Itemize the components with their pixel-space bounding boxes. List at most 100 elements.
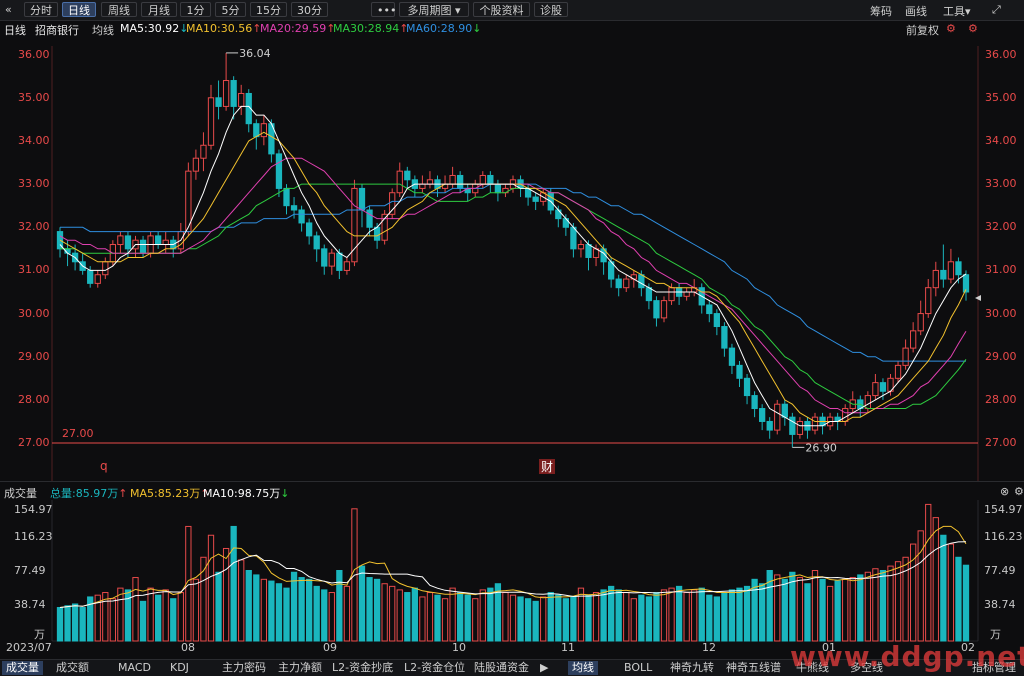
indicator-tab[interactable]: 陆股通资金 <box>474 661 529 675</box>
candle-body <box>555 209 562 220</box>
volume-bar <box>441 598 449 642</box>
volume-bar <box>79 607 86 642</box>
indicator-tab[interactable]: 主力净额 <box>278 661 322 675</box>
volume-bar <box>132 577 139 642</box>
volume-bar <box>109 598 116 642</box>
candle-body <box>638 274 645 289</box>
low-marker-label: 26.90 <box>805 441 837 454</box>
volume-bar <box>373 578 381 642</box>
candle-body <box>457 174 464 189</box>
candle-body <box>238 92 245 107</box>
candle-body <box>743 377 751 397</box>
candle-body <box>940 269 947 280</box>
candle-body <box>419 183 426 189</box>
candle-body <box>864 395 871 410</box>
volume-bar <box>230 525 237 642</box>
overlay-tab[interactable]: 均线 <box>568 661 598 675</box>
volume-bar <box>64 605 71 642</box>
volume-bar <box>290 571 298 642</box>
volume-tick-l: 38.74 <box>14 598 46 611</box>
cai-marker: 财 <box>541 460 553 474</box>
gear-icon[interactable]: ⚙ <box>1014 485 1024 498</box>
volume-ma5: MA5:85.23万↑ <box>130 487 210 500</box>
candle-body <box>290 205 298 211</box>
volume-bar <box>479 589 486 642</box>
volume-bar <box>517 596 524 642</box>
volume-bar <box>804 583 811 642</box>
candle-body <box>751 395 758 410</box>
volume-bar <box>736 587 743 642</box>
volume-bar <box>524 598 532 642</box>
volume-bar <box>683 592 690 642</box>
indicator-tab[interactable]: 成交量 <box>2 661 43 675</box>
volume-tick-r: 77.49 <box>984 564 1016 577</box>
volume-bar <box>962 564 970 642</box>
candle-body <box>759 408 766 422</box>
indicator-tab[interactable]: MACD <box>118 661 151 675</box>
candle-body <box>894 364 902 379</box>
indicator-tab[interactable]: L2-资金仓位 <box>404 661 465 675</box>
candle-body <box>660 300 668 319</box>
volume-bar <box>343 585 351 642</box>
volume-bar <box>781 578 788 642</box>
watermark: www.ddgp.net <box>790 640 1024 673</box>
candle-body <box>872 382 879 397</box>
date-tick: 12 <box>702 641 716 654</box>
volume-bar <box>630 598 637 642</box>
volume-bar <box>623 592 630 642</box>
close-icon[interactable]: ⊗ <box>1000 485 1009 498</box>
volume-bar <box>366 577 373 642</box>
candle-body <box>721 326 728 349</box>
volume-bar <box>872 568 879 642</box>
candle-body <box>623 278 630 289</box>
candle-body <box>736 364 743 379</box>
candle-body <box>404 170 411 181</box>
candle-body <box>396 170 403 194</box>
candle-body <box>494 183 502 194</box>
volume-bar <box>698 587 705 642</box>
volume-bar <box>532 600 539 642</box>
panel-divider <box>0 481 1024 482</box>
volume-bar <box>947 543 955 642</box>
candle-body <box>683 291 690 297</box>
volume-bar <box>56 607 64 642</box>
indicator-tab[interactable]: 成交额 <box>56 661 89 675</box>
volume-bar <box>842 578 849 642</box>
volume-bar <box>298 577 305 642</box>
volume-bar <box>328 592 335 642</box>
kline-chart[interactable]: 36.04 26.90 27.00 q 财 <box>0 0 1024 675</box>
ma20-line <box>59 157 967 414</box>
candle-body <box>713 313 720 328</box>
volume-bar <box>155 594 162 642</box>
volume-bar <box>275 583 283 642</box>
volume-info-bar: 成交量 总量:85.97万↑ MA5:85.23万↑ MA10:98.75万↓ … <box>0 484 1024 500</box>
volume-bar <box>925 503 932 642</box>
volume-title: 成交量 <box>4 487 37 500</box>
candle-body <box>932 269 939 289</box>
tab-scroll-icon[interactable]: ▶ <box>540 661 548 675</box>
indicator-tab[interactable]: KDJ <box>170 661 189 675</box>
volume-bar <box>487 587 494 642</box>
volume-tick-l: 116.23 <box>14 530 53 543</box>
candle-body <box>94 274 101 284</box>
candle-body <box>487 174 494 185</box>
candle-body <box>668 287 675 302</box>
indicator-tab[interactable]: L2-资金抄底 <box>332 661 393 675</box>
candle-body <box>389 192 396 215</box>
overlay-tab[interactable]: 神奇五线谱 <box>726 661 781 675</box>
overlay-tab[interactable]: 神奇九转 <box>670 661 714 675</box>
overlay-tab[interactable]: BOLL <box>624 661 652 675</box>
volume-tick-l: 万 <box>34 628 45 641</box>
volume-bar <box>653 592 660 642</box>
volume-bar <box>419 596 426 642</box>
indicator-tab[interactable]: 主力密码 <box>222 661 266 675</box>
date-tick: 09 <box>323 641 337 654</box>
volume-bar <box>434 594 441 642</box>
volume-bar <box>502 592 509 642</box>
volume-bar <box>200 556 207 642</box>
candle-body <box>155 235 162 246</box>
volume-bar <box>177 592 184 642</box>
volume-bar <box>638 594 645 642</box>
volume-bar <box>464 594 471 642</box>
candle-body <box>124 235 132 250</box>
